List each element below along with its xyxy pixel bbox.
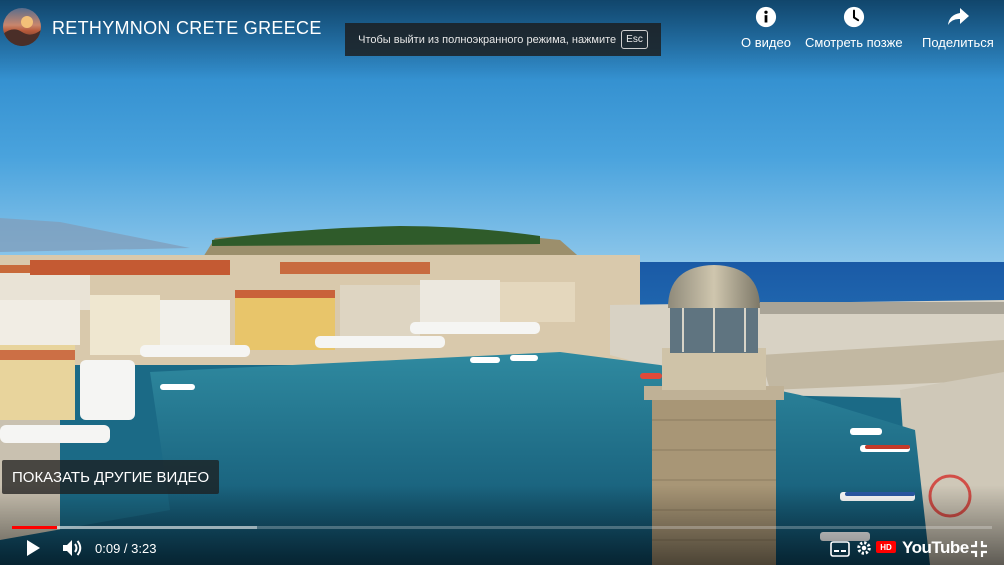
esc-key-badge: Esc — [621, 30, 648, 49]
play-icon — [27, 540, 40, 556]
play-button[interactable] — [24, 538, 42, 563]
subtitles-icon — [830, 541, 850, 557]
more-videos-button[interactable]: ПОКАЗАТЬ ДРУГИЕ ВИДЕО — [2, 460, 220, 494]
gear-icon — [857, 541, 871, 555]
watch-later-label: Смотреть позже — [805, 35, 903, 50]
avatar-image-icon — [3, 16, 41, 46]
exit-fullscreen-icon — [971, 541, 987, 557]
volume-button[interactable] — [62, 538, 84, 563]
info-icon — [755, 6, 777, 28]
hd-badge-text: HD — [880, 543, 892, 552]
progress-played — [12, 526, 58, 529]
settings-button[interactable] — [855, 539, 873, 562]
hd-badge: HD — [876, 541, 896, 553]
exit-fullscreen-button[interactable] — [970, 540, 988, 563]
video-title[interactable]: RETHYMNON CRETE GREECE — [52, 18, 322, 39]
share-label: Поделиться — [922, 35, 994, 50]
duration: 3:23 — [131, 541, 157, 556]
progress-bar[interactable] — [12, 526, 992, 529]
watch-later-button[interactable]: Смотреть позже — [805, 6, 903, 50]
more-videos-label: ПОКАЗАТЬ ДРУГИЕ ВИДЕО — [12, 468, 210, 486]
clock-icon — [843, 6, 864, 28]
subtitles-button[interactable] — [830, 541, 850, 562]
share-button[interactable]: Поделиться — [922, 6, 994, 50]
channel-avatar[interactable] — [3, 8, 41, 46]
current-time: 0:09 — [95, 541, 121, 556]
youtube-logo[interactable]: YouTube — [902, 538, 969, 558]
volume-icon — [63, 540, 82, 556]
share-icon — [947, 8, 969, 25]
fullscreen-notice-text: Чтобы выйти из полноэкранного режима, на… — [358, 33, 617, 46]
about-video-label: О видео — [741, 35, 791, 50]
fullscreen-exit-notice: Чтобы выйти из полноэкранного режима, на… — [345, 23, 661, 56]
time-display: 0:09 / 3:23 — [95, 541, 156, 556]
about-video-button[interactable]: О видео — [741, 6, 791, 50]
time-separator: / — [120, 541, 132, 556]
